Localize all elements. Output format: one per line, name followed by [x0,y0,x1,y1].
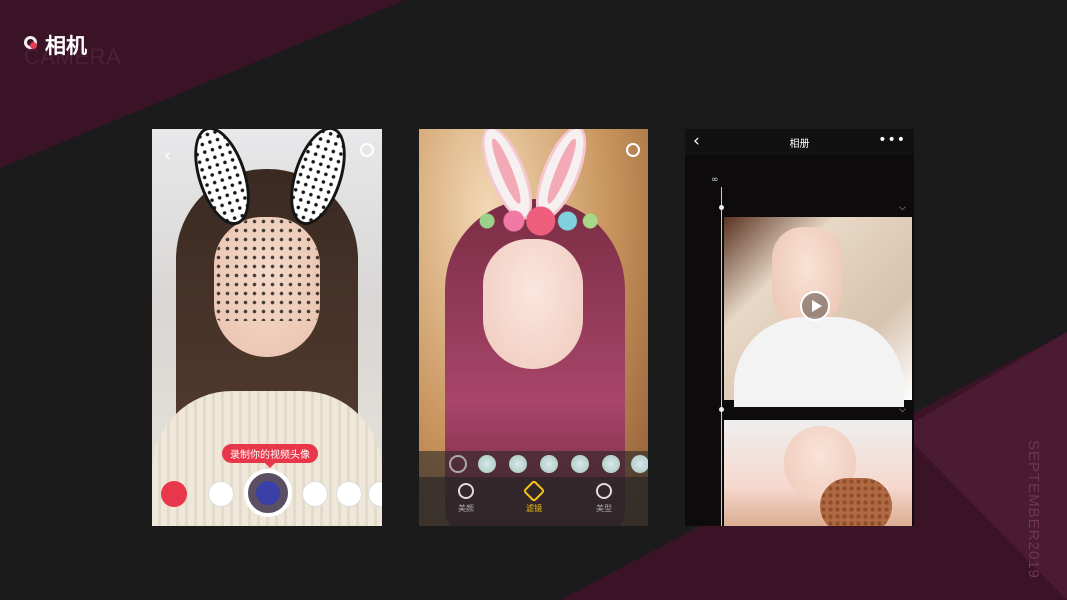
flower-crown-sticker [467,201,601,241]
phone-screen-album: ‹ 相册 ••• ∞ ⌵ ⌵ [685,129,914,526]
filter-strip [419,451,648,477]
filter-thumb[interactable] [602,455,620,473]
chevron-down-icon[interactable]: ⌵ [899,203,906,213]
tool-shape[interactable]: 美型 [584,483,624,514]
phone-screen-filters: 美颜 滤镜 美型 [419,129,648,526]
face-shape-icon [596,483,612,499]
record-avatar-tip: 录制你的视频头像 [222,444,318,468]
sticker-face-icon[interactable] [161,481,187,507]
timeline-dot [719,407,724,412]
filter-thumb[interactable] [540,455,558,473]
more-icon[interactable]: ••• [878,132,906,148]
filter-thumb[interactable] [509,455,527,473]
camera-logo-icon [24,36,37,49]
filter-thumb[interactable] [478,455,496,473]
tool-filter[interactable]: 滤镜 [514,479,554,514]
timeline-line [721,187,722,526]
side-date-text: SEPTEMBER2019 [1025,440,1042,579]
camera-switch-icon[interactable] [626,143,640,157]
filter-none-icon[interactable] [449,455,467,473]
album-nav-bar: ‹ 相册 ••• [685,129,914,155]
photo-face [483,239,583,369]
album-video-item[interactable] [724,217,912,407]
edit-toolbar: 美颜 滤镜 美型 [419,477,648,526]
photo-dog [820,478,892,526]
phone-screen-camera: ‹ 录制你的视频头像 [152,129,382,526]
filter-thumb[interactable] [571,455,589,473]
timeline-knot-icon: ∞ [711,175,719,185]
photo-shirt [734,317,904,407]
play-icon[interactable] [800,291,830,321]
shutter-button[interactable] [244,469,292,517]
album-photo-item[interactable] [724,420,912,526]
filter-thumb[interactable] [631,455,648,473]
beauty-face-icon [458,483,474,499]
sticker-fox-icon[interactable] [336,481,362,507]
magic-wand-icon [522,479,546,503]
chevron-down-icon[interactable]: ⌵ [899,405,906,415]
sticker-cat-icon[interactable] [302,481,328,507]
page-title: 相机 [45,34,87,58]
flip-camera-icon[interactable] [360,143,374,157]
dotted-veil-sticker [214,217,320,321]
shutter-sticker-icon [256,481,280,505]
tool-label: 美型 [596,504,612,513]
tool-beauty[interactable]: 美颜 [446,483,486,514]
timeline-dot [719,205,724,210]
sticker-bunny-icon[interactable] [208,481,234,507]
tool-label: 美颜 [458,504,474,513]
tool-label: 滤镜 [526,504,542,513]
back-icon[interactable]: ‹ [164,145,171,166]
